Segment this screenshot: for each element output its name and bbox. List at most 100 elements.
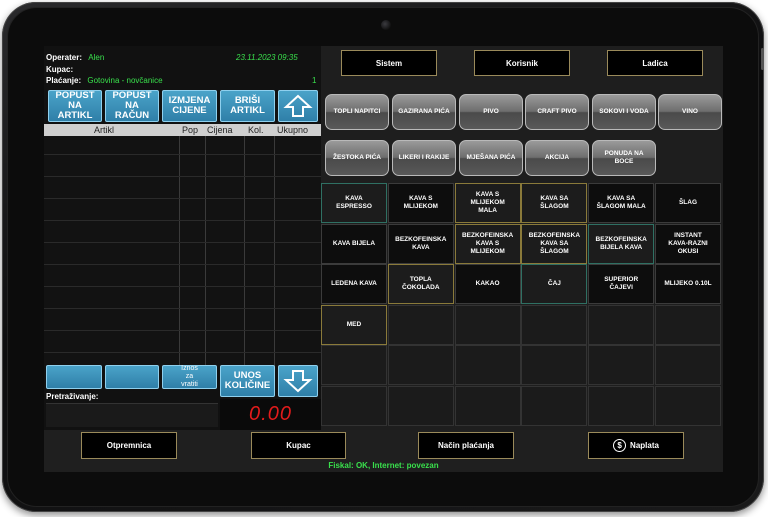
empty-product-slot[interactable] — [454, 304, 521, 345]
product-button[interactable]: KAVA ESPRESSO — [321, 183, 387, 223]
empty-product-slot[interactable] — [387, 345, 454, 385]
column-divider — [179, 136, 180, 366]
popust-racun-button[interactable]: POPUST NA RAČUN — [105, 90, 159, 122]
product-button[interactable]: KAVA S MLIJEKOM MALA — [454, 183, 521, 223]
scroll-up-button[interactable] — [278, 90, 318, 122]
empty-product-slot[interactable] — [387, 304, 454, 345]
category-button[interactable]: TOPLI NAPITCI — [325, 94, 389, 130]
product-button[interactable]: SUPERIOR ČAJEVI — [588, 264, 655, 304]
kupac-label: Kupac: — [46, 65, 74, 74]
korisnik-button[interactable]: Korisnik — [474, 50, 570, 76]
izmjena-cijene-button[interactable]: IZMJENA CIJENE — [162, 90, 217, 122]
category-button[interactable]: CRAFT PIVO — [525, 94, 589, 130]
empty-function-button-1[interactable] — [46, 365, 102, 389]
operater-label: Operater: — [46, 53, 83, 62]
col-artikl: Artikl — [94, 125, 114, 135]
unos-kolicine-button[interactable]: UNOS KOLIČINE — [220, 365, 275, 397]
row-divider — [44, 220, 321, 221]
popust-artikl-button[interactable]: POPUST NA ARTIKL — [48, 90, 102, 122]
row-divider — [44, 330, 321, 331]
product-button[interactable]: BEZKOFEINSKA KAVA SA ŠLAGOM — [521, 223, 588, 264]
column-divider — [205, 136, 206, 366]
empty-product-slot[interactable] — [655, 385, 721, 426]
category-button[interactable]: AKCIJA — [525, 140, 589, 176]
col-cijena: Cijena — [207, 125, 233, 135]
row-divider — [44, 352, 321, 353]
column-divider — [274, 136, 275, 366]
nacin-placanja-button[interactable]: Način plaćanja — [418, 432, 514, 459]
operater-row: Operater: Alen 23.11.2023 09:35 — [46, 53, 298, 65]
category-button[interactable]: VINO — [658, 94, 722, 130]
empty-product-slot[interactable] — [321, 385, 387, 426]
col-ukupno: Ukupno — [277, 125, 309, 135]
category-button[interactable]: LIKERI I RAKIJE — [392, 140, 456, 176]
arrow-up-icon — [283, 94, 313, 117]
status-text: Fiskal: OK, Internet: povezan — [328, 461, 439, 470]
product-button[interactable]: KAKAO — [454, 264, 521, 304]
placanje-row: Plaćanje: Gotovina - novčanice 1 — [46, 76, 316, 88]
product-button[interactable]: KAVA SA ŠLAGOM — [521, 183, 588, 223]
product-button[interactable]: KAVA S MLIJEKOM — [387, 183, 454, 223]
category-button[interactable]: PONUDA NA BOCE — [592, 140, 656, 176]
empty-product-slot[interactable] — [588, 345, 655, 385]
product-button[interactable]: BEZKOFEINSKA KAVA S MLIJEKOM — [454, 223, 521, 264]
product-button[interactable]: BEZKOFEINSKA BIJELA KAVA — [588, 223, 655, 264]
category-button[interactable]: MJEŠANA PIĆA — [459, 140, 523, 176]
product-button[interactable]: MED — [321, 304, 387, 345]
camera-icon — [381, 20, 391, 30]
scroll-down-button[interactable] — [278, 365, 318, 397]
row-divider — [44, 176, 321, 177]
product-button[interactable]: KAVA SA ŠLAGOM MALA — [588, 183, 655, 223]
empty-product-slot[interactable] — [521, 385, 588, 426]
iznos-za-vratiti-button[interactable]: Iznos za vratiti — [162, 365, 217, 389]
ladica-button[interactable]: Ladica — [607, 50, 703, 76]
product-button[interactable]: ŠLAG — [655, 183, 721, 223]
dollar-icon: $ — [613, 439, 627, 452]
product-grid: KAVA ESPRESSO KAVA S MLIJEKOM KAVA S MLIJE… — [321, 183, 723, 430]
col-pop: Pop — [182, 125, 199, 135]
category-button[interactable]: GAZIRANA PIĆA — [392, 94, 456, 130]
empty-product-slot[interactable] — [521, 345, 588, 385]
item-count: 1 — [312, 76, 317, 85]
search-input[interactable] — [46, 403, 218, 427]
empty-product-slot[interactable] — [588, 304, 655, 345]
empty-product-slot[interactable] — [387, 385, 454, 426]
row-divider — [44, 242, 321, 243]
empty-product-slot[interactable] — [521, 304, 588, 345]
empty-product-slot[interactable] — [588, 385, 655, 426]
brisi-artikl-button[interactable]: BRIŠI ARTIKL — [220, 90, 275, 122]
empty-product-slot[interactable] — [454, 345, 521, 385]
product-button[interactable]: MLIJEKO 0.10L — [655, 264, 721, 304]
row-divider — [44, 264, 321, 265]
category-button[interactable]: SOKOVI I VODA — [592, 94, 656, 130]
product-button[interactable]: ČAJ — [521, 264, 588, 304]
arrow-down-icon — [283, 370, 313, 393]
row-divider — [44, 286, 321, 287]
operater-value: Alen — [88, 53, 105, 62]
product-button[interactable]: INSTANT KAVA-RAZNI OKUSI — [655, 223, 721, 264]
placanje-value: Gotovina - novčanice — [87, 76, 163, 85]
product-button[interactable]: KAVA BIJELA — [321, 223, 387, 264]
pos-screen: Operater: Alen 23.11.2023 09:35 Kupac: P… — [44, 46, 723, 472]
datetime: 23.11.2023 09:35 — [236, 53, 298, 62]
order-table-body[interactable] — [44, 136, 321, 366]
sistem-button[interactable]: Sistem — [341, 50, 437, 76]
empty-product-slot[interactable] — [655, 304, 721, 345]
row-divider — [44, 308, 321, 309]
product-button[interactable]: TOPLA ČOKOLADA — [387, 264, 454, 304]
otpremnica-button[interactable]: Otpremnica — [81, 432, 177, 459]
naplata-button[interactable]: $ Naplata — [588, 432, 684, 459]
empty-function-button-2[interactable] — [105, 365, 159, 389]
product-button[interactable]: LEDENA KAVA — [321, 264, 387, 304]
category-button[interactable]: ŽESTOKA PIĆA — [325, 140, 389, 176]
empty-product-slot[interactable] — [321, 345, 387, 385]
empty-product-slot[interactable] — [655, 345, 721, 385]
empty-product-slot[interactable] — [454, 385, 521, 426]
product-button[interactable]: BEZKOFEINSKA KAVA — [387, 223, 454, 264]
category-button[interactable]: PIVO — [459, 94, 523, 130]
power-button — [761, 48, 764, 70]
row-divider — [44, 198, 321, 199]
kupac-button[interactable]: Kupac — [251, 432, 346, 459]
total-amount: 0.00 — [220, 399, 321, 430]
placanje-label: Plaćanje: — [46, 76, 82, 85]
